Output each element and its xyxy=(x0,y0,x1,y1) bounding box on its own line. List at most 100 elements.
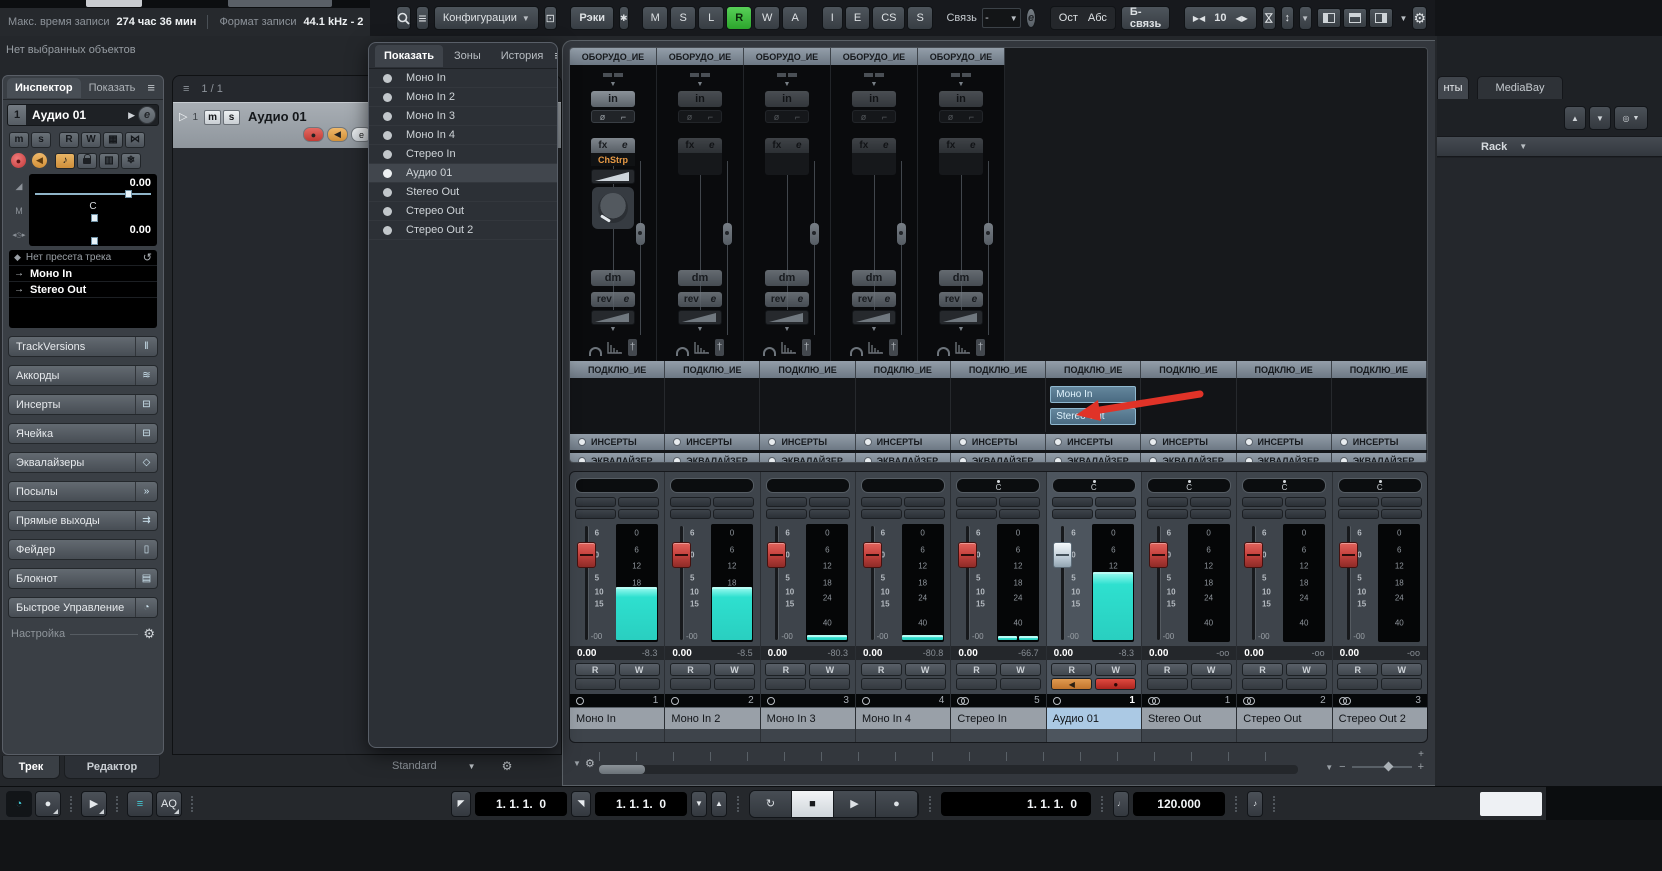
play-button[interactable]: ▶ xyxy=(834,791,876,817)
hardware-rack-header[interactable]: ОБОРУДО_ИЕ xyxy=(918,48,1005,65)
channel-slots[interactable] xyxy=(1338,497,1422,519)
channel-width-control[interactable]: ▶◀ 10 ◀▶ xyxy=(1184,6,1257,30)
volume-value[interactable]: 0.00 xyxy=(1054,648,1073,659)
reverb-level-slider[interactable] xyxy=(591,310,635,325)
pan-control[interactable] xyxy=(670,478,754,493)
record-enable-button[interactable]: ● xyxy=(303,127,324,142)
volume-value[interactable]: 0.00 xyxy=(863,648,882,659)
channel-state-button-a[interactable]: A xyxy=(782,6,808,30)
fader-cap[interactable] xyxy=(1053,542,1072,568)
tab-mediabay[interactable]: MediaBay xyxy=(1477,76,1563,99)
inspector-section-быстрое-управление[interactable]: Быстрое Управление◔ xyxy=(8,597,158,618)
write-button[interactable]: W xyxy=(809,663,850,676)
fader[interactable]: 6051015-00 xyxy=(958,524,994,642)
direct-monitoring-button[interactable]: dm xyxy=(939,270,983,286)
zoom-slider[interactable] xyxy=(1352,766,1412,768)
volume-value[interactable]: 0.00 xyxy=(130,177,151,189)
hardware-rack-header[interactable]: ОБОРУДО_ИЕ xyxy=(744,48,831,65)
channel-list-item[interactable]: Стерео Out xyxy=(369,202,557,221)
empty-slot[interactable] xyxy=(1000,678,1041,690)
read-button[interactable]: R xyxy=(956,663,997,676)
empty-slot[interactable] xyxy=(714,678,755,690)
pan-control[interactable] xyxy=(575,478,659,493)
eq-rack-header[interactable]: ЭКВАЛАЙЗЕР xyxy=(1046,453,1141,463)
write-button[interactable]: W xyxy=(1191,663,1232,676)
inspector-section-аккорды[interactable]: Аккорды≋ xyxy=(8,365,158,386)
input-gain-button[interactable]: in xyxy=(591,91,635,107)
volume-value[interactable]: 0.00 xyxy=(577,648,596,659)
write-button[interactable]: W xyxy=(1000,663,1041,676)
reverb-button[interactable]: reve xyxy=(678,292,722,307)
channel-slots[interactable] xyxy=(1052,497,1136,519)
right-zone-toggle[interactable] xyxy=(1369,8,1393,28)
pre-fx-button[interactable]: fxe xyxy=(939,138,983,153)
channel-name[interactable]: Стерео Out xyxy=(1237,707,1331,729)
read-button[interactable]: R xyxy=(1337,663,1378,676)
track-name[interactable]: Аудио 01 xyxy=(26,108,125,122)
reverb-button[interactable]: reve xyxy=(765,292,809,307)
link-group-select[interactable]: -▼ xyxy=(982,8,1021,28)
inserts-rack-header[interactable]: ИНСЕРТЫ xyxy=(760,434,855,450)
channel-name[interactable]: Стерео Out 2 xyxy=(1333,707,1427,729)
routing-rack-header[interactable]: ПОДКЛЮ_ИЕ xyxy=(856,361,951,378)
routing-rack-header[interactable]: ПОДКЛЮ_ИЕ xyxy=(570,361,665,378)
delay-value[interactable]: 0.00 xyxy=(130,224,151,236)
channel-name[interactable]: Моно In 3 xyxy=(761,707,855,729)
empty-slot[interactable] xyxy=(575,678,616,690)
monitor-button[interactable]: ◀ xyxy=(1051,678,1092,690)
fader[interactable]: 6051015-00 xyxy=(672,524,708,642)
ost-abs-buttons[interactable]: Ост Абс xyxy=(1050,6,1116,30)
input-gain-button[interactable]: in xyxy=(765,91,809,107)
monitor-level-handle[interactable]: † xyxy=(628,339,638,356)
widen-channels-icon[interactable]: ◀▶ xyxy=(1235,14,1247,23)
nudge-down-button[interactable]: ▼ xyxy=(691,791,707,817)
visibility-dot-icon[interactable] xyxy=(383,169,392,178)
tab-visibility[interactable]: Показать xyxy=(81,78,144,98)
lock-icon[interactable] xyxy=(77,153,97,169)
configurations-dropdown[interactable]: Конфигурации▼ xyxy=(434,6,539,30)
read-button[interactable]: R xyxy=(1051,663,1092,676)
routing-rack-header[interactable]: ПОДКЛЮ_ИЕ xyxy=(1237,361,1332,378)
fader[interactable]: 6051015-00 xyxy=(1149,524,1185,642)
gain-slider[interactable] xyxy=(591,169,635,184)
pre-fx-button[interactable]: fxe xyxy=(765,138,809,153)
rack-header-bar[interactable]: Rack ▼ xyxy=(1437,136,1662,157)
scrollbar-thumb[interactable] xyxy=(599,765,645,774)
bypass-icon[interactable]: ⋈ xyxy=(125,132,145,148)
stop-button[interactable]: ■ xyxy=(792,791,834,817)
empty-slot[interactable] xyxy=(1242,678,1283,690)
channel-list-item[interactable]: Моно In 3 xyxy=(369,107,557,126)
reverb-button[interactable]: reve xyxy=(939,292,983,307)
channel-list-item[interactable]: Моно In 4 xyxy=(369,126,557,145)
empty-slot[interactable] xyxy=(1147,678,1188,690)
resize-vertical-icon[interactable]: ↕ xyxy=(1281,6,1294,30)
read-button[interactable]: R xyxy=(1242,663,1283,676)
ost-button[interactable]: Ост xyxy=(1059,12,1078,24)
record-modes-button[interactable]: ● xyxy=(35,791,61,817)
cable-slider[interactable] xyxy=(810,223,819,245)
direct-monitoring-button[interactable]: dm xyxy=(678,270,722,286)
volume-value[interactable]: 0.00 xyxy=(1340,648,1359,659)
inserts-rack-header[interactable]: ИНСЕРТЫ xyxy=(1046,434,1141,450)
expand-track-icon[interactable]: ▷ xyxy=(179,110,187,123)
horizontal-scrollbar[interactable] xyxy=(599,765,1298,774)
window-setup-icon[interactable]: ⊡ xyxy=(544,6,557,30)
output-routing-button[interactable]: Stereo Out xyxy=(1050,408,1136,425)
mute-button[interactable]: m xyxy=(9,132,29,148)
routing-rack-header[interactable]: ПОДКЛЮ_ИЕ xyxy=(1046,361,1141,378)
read-button[interactable]: R xyxy=(575,663,616,676)
fader[interactable]: 6051015-00 xyxy=(1339,524,1375,642)
routing-rack-header[interactable]: ПОДКЛЮ_ИЕ xyxy=(760,361,855,378)
phase-button[interactable]: ø⌐ xyxy=(678,110,722,123)
fader[interactable]: 6051015-00 xyxy=(863,524,899,642)
input-gain-button[interactable]: in xyxy=(852,91,896,107)
volume-value[interactable]: 0.00 xyxy=(958,648,977,659)
tab-editor[interactable]: Редактор xyxy=(64,756,160,779)
channel-name[interactable]: Stereo Out xyxy=(1142,707,1236,729)
track-preset[interactable]: Нет пресета трека xyxy=(26,252,111,263)
solo-button[interactable]: s xyxy=(223,110,240,125)
write-button[interactable]: W xyxy=(714,663,755,676)
abs-button[interactable]: Абс xyxy=(1088,12,1107,24)
inserts-rack-header[interactable]: ИНСЕРТЫ xyxy=(1237,434,1332,450)
channel-list-item[interactable]: Моно In xyxy=(369,69,557,88)
